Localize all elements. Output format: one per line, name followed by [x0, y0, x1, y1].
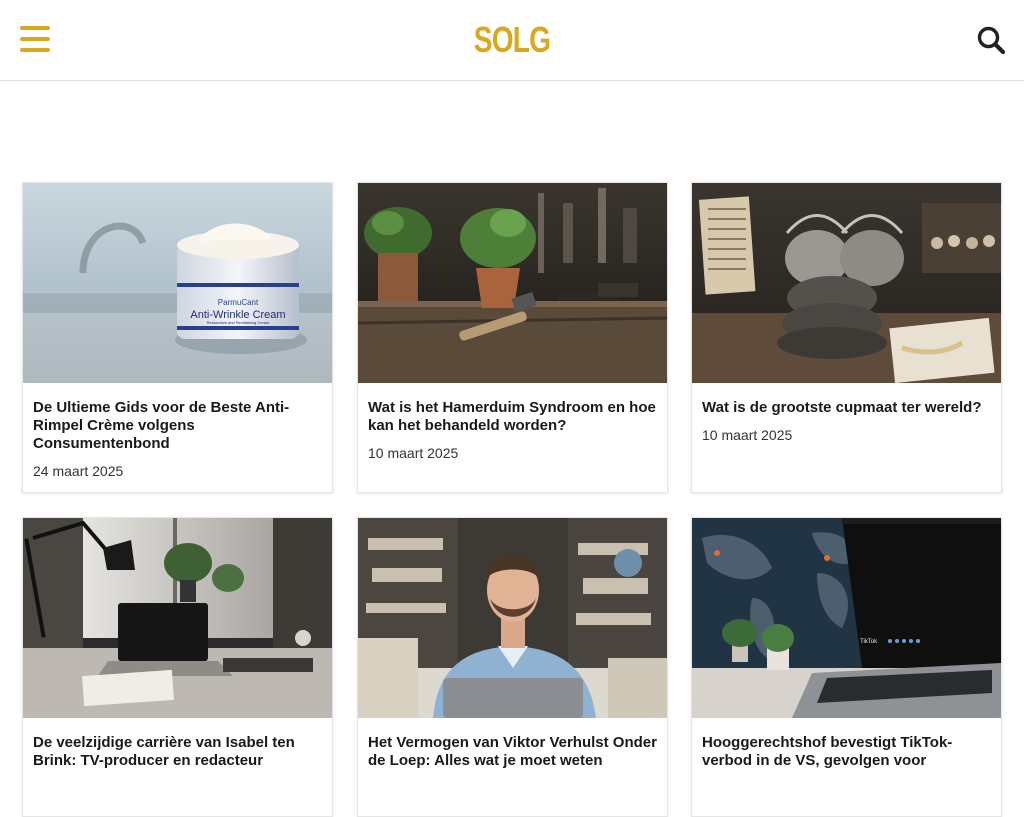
- menu-bar: [20, 26, 50, 30]
- search-icon[interactable]: [976, 25, 1006, 55]
- article-image[interactable]: TikTok: [692, 518, 1001, 718]
- article-card[interactable]: Wat is het Hamerduim Syndroom en hoe kan…: [357, 182, 668, 493]
- article-card[interactable]: De veelzijdige carrière van Isabel ten B…: [22, 517, 333, 817]
- site-logo[interactable]: SOLG: [113, 20, 912, 60]
- article-card[interactable]: Wat is de grootste cupmaat ter wereld? 1…: [691, 182, 1002, 493]
- site-header: SOLG: [0, 0, 1024, 81]
- article-title[interactable]: De Ultieme Gids voor de Beste Anti-Rimpe…: [33, 399, 322, 453]
- article-card[interactable]: ParmuCant Anti-Wrinkle Cream Restorative…: [22, 182, 333, 493]
- article-image[interactable]: ParmuCant Anti-Wrinkle Cream Restorative…: [23, 183, 332, 383]
- article-date: 24 maart 2025: [33, 463, 124, 479]
- menu-bar: [20, 48, 50, 52]
- jar-subtitle-text: Restorative and Revitalising Cream: [207, 320, 270, 325]
- jar-brand-text: ParmuCant: [218, 298, 259, 307]
- hamburger-menu-icon[interactable]: [20, 26, 50, 54]
- article-image[interactable]: [692, 183, 1001, 383]
- article-image[interactable]: [358, 183, 667, 383]
- menu-bar: [20, 37, 50, 41]
- article-title[interactable]: Het Vermogen van Viktor Verhulst Onder d…: [368, 734, 657, 770]
- article-image[interactable]: [23, 518, 332, 718]
- article-date: 10 maart 2025: [368, 445, 459, 461]
- article-title[interactable]: Hooggerechtshof bevestigt TikTok-verbod …: [702, 734, 991, 770]
- article-title[interactable]: Wat is het Hamerduim Syndroom en hoe kan…: [368, 399, 657, 435]
- article-card[interactable]: Het Vermogen van Viktor Verhulst Onder d…: [357, 517, 668, 817]
- screen-tiktok-text: TikTok: [860, 639, 878, 645]
- article-title[interactable]: De veelzijdige carrière van Isabel ten B…: [33, 734, 322, 770]
- article-card[interactable]: TikTok Hooggerechtshof bevestigt TikTok-…: [691, 517, 1002, 817]
- article-title[interactable]: Wat is de grootste cupmaat ter wereld?: [702, 399, 991, 417]
- article-date: 10 maart 2025: [702, 427, 793, 443]
- article-image[interactable]: [358, 518, 667, 718]
